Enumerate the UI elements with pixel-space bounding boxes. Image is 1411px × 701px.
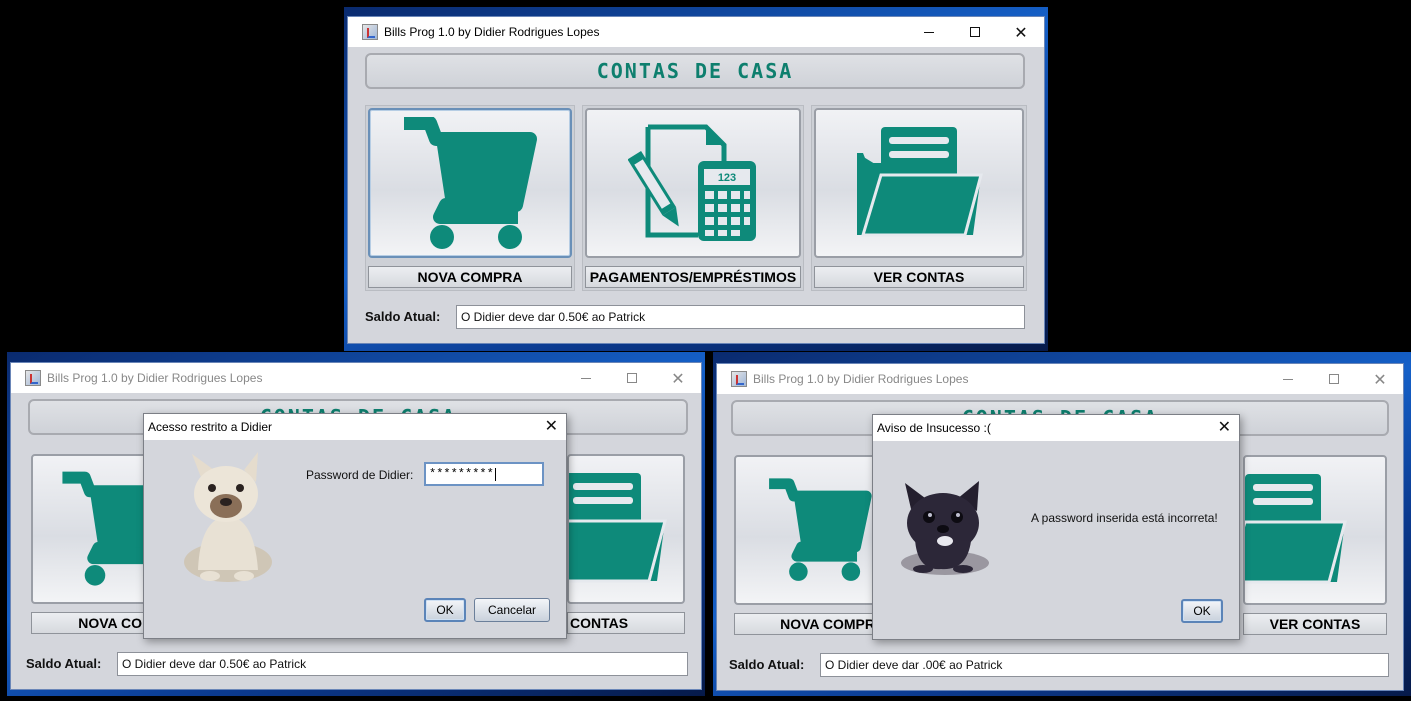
folder-icon [857,127,983,237]
minimize-button[interactable] [906,17,952,47]
password-value: ********* [429,467,494,481]
sad-dog-photo-icon [901,481,989,575]
window-title: Bills Prog 1.0 by Didier Rodrigues Lopes [753,372,969,386]
maximize-icon [970,27,980,37]
password-input[interactable]: ********* [424,462,544,486]
maximize-icon [1329,374,1339,384]
saldo-field[interactable]: O Didier deve dar 0.50€ ao Patrick [117,652,688,676]
desktop-top: Bills Prog 1.0 by Didier Rodrigues Lopes… [344,7,1048,351]
title-bar[interactable]: Bills Prog 1.0 by Didier Rodrigues Lopes… [348,17,1044,47]
text-caret [494,467,496,481]
minimize-icon [924,31,934,33]
document-calculator-icon: 123 [628,124,756,241]
close-icon: ✕ [1217,417,1231,436]
dialog-title: Aviso de Insucesso :( [873,415,1239,441]
cart-icon [404,117,537,249]
maximize-button[interactable] [609,363,655,393]
maximize-button[interactable] [1311,364,1357,394]
window-title: Bills Prog 1.0 by Didier Rodrigues Lopes [47,371,263,385]
ver-contas-label[interactable]: VER CONTAS [1243,613,1387,635]
java-app-icon [25,370,41,386]
java-app-icon [731,371,747,387]
nova-compra-label[interactable]: NOVA COMPRA [368,266,572,288]
cart-icon [769,478,872,581]
desktop-bottom-left: Bills Prog 1.0 by Didier Rodrigues Lopes… [7,352,705,696]
ver-contas-label[interactable]: CONTAS [567,612,685,634]
minimize-button[interactable] [1265,364,1311,394]
pagamentos-label[interactable]: PAGAMENTOS/EMPRÉSTIMOS [585,266,801,288]
minimize-icon [1283,378,1293,380]
close-button[interactable]: ✕ [998,17,1044,47]
window-title: Bills Prog 1.0 by Didier Rodrigues Lopes [384,25,600,39]
folder-icon [1245,474,1347,584]
login-dialog: Acesso restrito a Didier ✕ Password de D… [143,413,567,639]
dog-photo-icon [184,452,272,582]
saldo-field[interactable]: O Didier deve dar 0.50€ ao Patrick [456,305,1025,329]
close-button[interactable]: ✕ [655,363,701,393]
nova-compra-label[interactable]: NOVA CO [31,612,145,634]
close-icon: ✕ [544,416,558,435]
dialog-close-button[interactable]: ✕ [1218,417,1231,436]
ver-contas-label[interactable]: VER CONTAS [814,266,1024,288]
ok-button[interactable]: OK [1181,599,1223,623]
title-bar[interactable]: Bills Prog 1.0 by Didier Rodrigues Lopes… [717,364,1403,394]
main-window: Bills Prog 1.0 by Didier Rodrigues Lopes… [347,16,1045,344]
title-bar[interactable]: Bills Prog 1.0 by Didier Rodrigues Lopes… [11,363,701,393]
saldo-label: Saldo Atual: [365,309,441,324]
nova-compra-button[interactable] [368,108,572,258]
svg-text:123: 123 [718,172,736,184]
dialog-title: Acesso restrito a Didier [144,414,566,440]
ver-contas-button[interactable] [567,454,685,604]
saldo-field[interactable]: O Didier deve dar .00€ ao Patrick [820,653,1389,677]
maximize-button[interactable] [952,17,998,47]
maximize-icon [627,373,637,383]
ver-contas-button[interactable] [814,108,1024,258]
nova-compra-button[interactable] [734,455,876,605]
nova-compra-label[interactable]: NOVA COMPR [734,613,876,635]
banner-title: CONTAS DE CASA [365,53,1025,89]
java-app-icon [362,24,378,40]
error-dialog: Aviso de Insucesso :( ✕ A password inser… [872,414,1240,640]
saldo-label: Saldo Atual: [729,657,805,672]
dialog-close-button[interactable]: ✕ [545,416,558,435]
error-message: A password inserida está incorreta! [1031,511,1218,525]
close-icon: ✕ [1373,369,1387,389]
close-button[interactable]: ✕ [1357,364,1403,394]
cancel-button[interactable]: Cancelar [474,598,550,622]
saldo-label: Saldo Atual: [26,656,102,671]
minimize-button[interactable] [563,363,609,393]
minimize-icon [581,377,591,379]
password-label: Password de Didier: [306,468,414,482]
pagamentos-button[interactable]: 123 [585,108,801,258]
ver-contas-button[interactable] [1243,455,1387,605]
ok-button[interactable]: OK [424,598,466,622]
close-icon: ✕ [671,368,685,388]
folder-icon [569,473,667,583]
close-icon: ✕ [1014,22,1028,42]
desktop-bottom-right: Bills Prog 1.0 by Didier Rodrigues Lopes… [713,352,1411,696]
